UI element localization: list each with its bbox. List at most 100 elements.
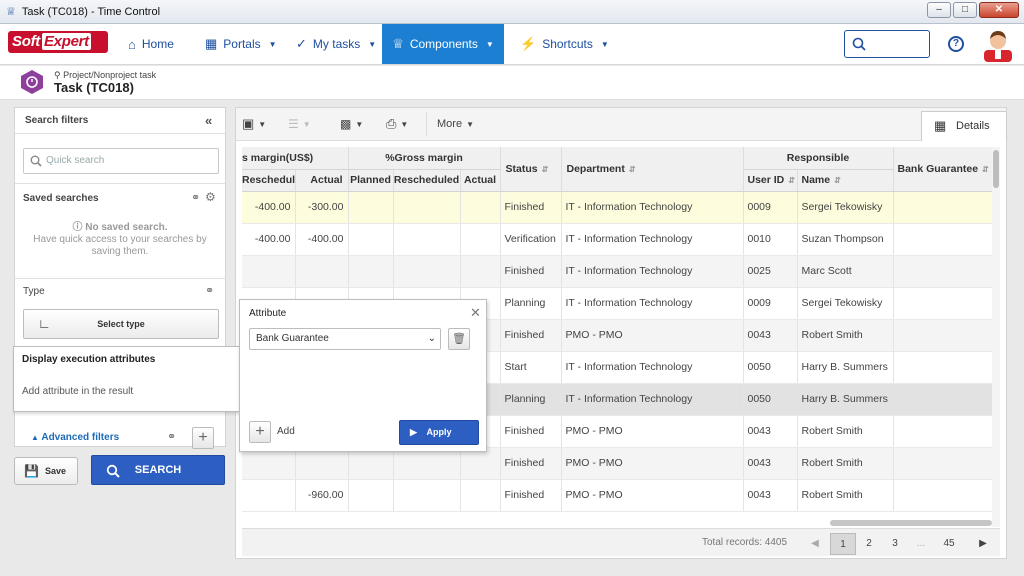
apply-button[interactable]: ▶ Apply [399,420,479,445]
page-45[interactable]: 45 [936,533,962,555]
details-tab-label: Details [956,120,990,132]
cell-department: PMO - PMO [561,479,744,512]
delete-attribute-button[interactable]: 🗑 [448,328,470,350]
cell-bank-guarantee [893,447,993,480]
grid-toolbar: ▣ ▼ ☰ ▼ ▩ ▼ ⎙ ▼ More ▼ [236,108,1006,141]
col-actual-pct[interactable]: Actual [460,169,501,192]
user-avatar[interactable] [982,26,1014,62]
col-name[interactable]: Name ⇵ [797,169,894,192]
vertical-scroll-thumb[interactable] [993,150,999,188]
prev-page-icon[interactable]: ◀ [802,533,828,555]
nav-my-tasks[interactable]: ✓ My tasks ▼ [296,24,376,64]
cell-department: IT - Information Technology [561,383,744,416]
close-icon[interactable]: ✕ [470,305,481,321]
col-rescheduled-pct[interactable]: Rescheduled [393,169,461,192]
search-label: SEARCH [134,464,182,476]
cell-actual: -960.00 [295,479,349,512]
col-status-label: Status [505,162,538,175]
group-gross-margin-usd: s margin(US$) [242,147,349,170]
vertical-scrollbar[interactable] [992,147,1000,527]
view-button[interactable]: ▣ ▼ [242,112,266,136]
col-department[interactable]: Department ⇵ [561,147,744,192]
help-button[interactable]: ? [948,36,964,52]
caret-right-icon: ▶ [410,427,417,437]
cell-planned [348,191,394,224]
nav-shortcuts[interactable]: ⚡ Shortcuts ▼ [520,24,609,64]
execution-attributes-popup: Display execution attributes Add attribu… [13,346,243,412]
table-row[interactable]: -400.00 -400.00 Verification IT - Informati… [242,223,993,256]
broom-icon[interactable]: ⚭ [167,430,176,443]
cell-bank-guarantee [893,415,993,448]
table-row[interactable]: -400.00 -300.00 Finished IT - Information T… [242,191,993,224]
search-icon [852,37,866,51]
saved-hint: Have quick access to your searches by sa… [33,234,207,257]
cell-actual: -300.00 [295,191,349,224]
search-button[interactable]: SEARCH [91,455,225,485]
maximize-button[interactable]: □ [953,2,977,18]
col-bank-guarantee[interactable]: Bank Guarantee ⇵ [893,147,993,192]
cell-status: Finished [500,415,562,448]
window-titlebar: ♕ Task (TC018) - Time Control – □ ✕ [0,0,1024,24]
window-title: Task (TC018) - Time Control [21,5,161,18]
minimize-button[interactable]: – [927,2,951,18]
cell-status: Planning [500,383,562,416]
page-2[interactable]: 2 [856,533,882,555]
advanced-filters-label: Advanced filters [41,432,120,443]
page-title: Task (TC018) [54,80,134,95]
cell-rescheduled-pct [393,223,461,256]
sort-icon: ⇵ [982,164,989,174]
softexpert-logo[interactable]: Soft Expert [8,31,108,53]
collapse-panel-icon[interactable]: « [205,113,212,128]
attribute-popup: Attribute ✕ Bank Guarantee ⌄ 🗑 + Add ▶ A… [239,299,487,452]
global-search-input[interactable] [844,30,930,58]
select-type-button[interactable]: ∟ Select type [23,309,219,339]
cell-name: Robert Smith [797,447,894,480]
page-1[interactable]: 1 [830,533,856,555]
broom-icon[interactable]: ⚭ [205,284,214,297]
cell-rescheduled [242,479,296,512]
cell-department: PMO - PMO [561,415,744,448]
print-button[interactable]: ⎙ ▼ [386,112,408,136]
table-row[interactable]: Finished IT - Information Technology 0025 M… [242,255,993,288]
cell-status: Finished [500,319,562,352]
divider [15,133,225,134]
caret-up-icon: ▲ [31,433,39,442]
col-rescheduled[interactable]: Rescheduled [242,169,296,192]
add-attribute-button[interactable]: + [249,421,271,443]
gear-icon[interactable]: ⚙ [205,190,216,204]
cell-name: Sergei Tekowisky [797,287,894,320]
save-search-button[interactable]: 💾 Save [14,457,78,485]
close-window-button[interactable]: ✕ [979,2,1019,18]
nav-components[interactable]: ♕ Components ▼ [382,24,504,64]
next-page-icon[interactable]: ▶ [970,533,996,555]
table-row[interactable]: -960.00 Finished PMO - PMO 0043 Robert Smith [242,479,993,512]
more-button[interactable]: More ▼ [426,112,474,136]
cell-rescheduled: -400.00 [242,223,296,256]
advanced-filters-toggle[interactable]: ▲ Advanced filters [31,432,119,443]
col-user-id-label: User ID [747,174,785,186]
quick-search-placeholder: Quick search [46,155,105,166]
col-actual[interactable]: Actual [295,169,349,192]
hierarchy-button[interactable]: ☰ ▼ [288,112,311,136]
col-planned[interactable]: Planned [348,169,394,192]
nav-portals[interactable]: ▦ Portals ▼ [205,24,277,64]
cell-user-id: 0009 [743,287,798,320]
exec-popup-title: Display execution attributes [22,354,156,365]
chart-button[interactable]: ▩ ▼ [340,112,363,136]
quick-search-input[interactable]: Quick search [23,148,219,174]
chevron-down-icon: ▼ [368,39,377,49]
add-filter-button[interactable]: + [192,427,214,449]
cell-planned [348,479,394,512]
details-tab[interactable]: ▦ Details [921,111,1007,141]
col-status[interactable]: Status ⇵ [500,147,562,192]
nav-home[interactable]: ⌂ Home [128,24,174,64]
col-user-id[interactable]: User ID ⇵ [743,169,798,192]
cell-actual-pct [460,255,501,288]
page-3[interactable]: 3 [882,533,908,555]
chevron-down-icon: ▼ [302,119,311,129]
attribute-select[interactable]: Bank Guarantee ⌄ [249,328,441,350]
broom-icon[interactable]: ⚭ [191,191,200,204]
cell-name: Robert Smith [797,319,894,352]
horizontal-scroll-thumb[interactable] [830,520,992,526]
cell-planned [348,255,394,288]
